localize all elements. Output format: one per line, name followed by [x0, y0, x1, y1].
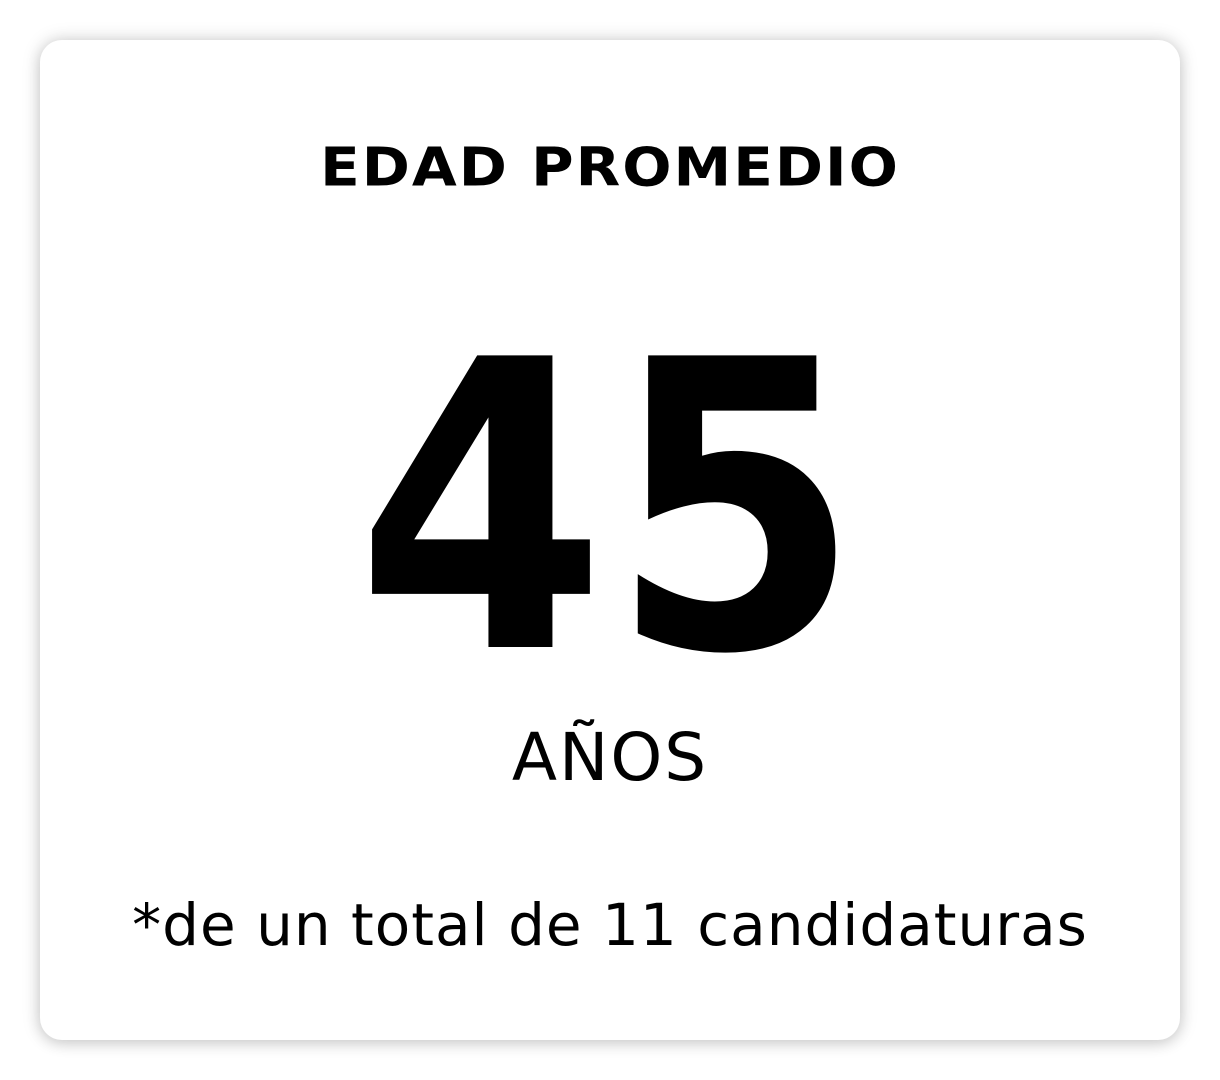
- stat-card: EDAD PROMEDIO 45 AÑOS *de un total de 11…: [40, 40, 1180, 1040]
- stat-footnote: *de un total de 11 candidaturas: [132, 891, 1088, 959]
- stat-title: EDAD PROMEDIO: [320, 135, 900, 199]
- stat-unit: AÑOS: [511, 719, 709, 796]
- stat-value: 45: [355, 277, 865, 742]
